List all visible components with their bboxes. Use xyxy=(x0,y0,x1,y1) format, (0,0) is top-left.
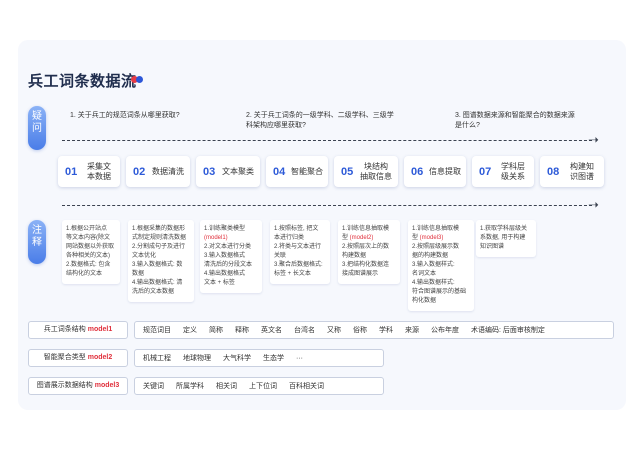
step-label: 采集文 本数据 xyxy=(87,161,111,181)
timeline-dashed-line-top xyxy=(62,140,592,141)
table-row-model1: 规范词目 定义 简称 释称 英文名 台湾名 又称 俗称 学科 来源 公布年度 术语编码: 后面审核制定 xyxy=(134,321,614,339)
step-label: 文本聚类 xyxy=(222,166,254,176)
step-number: 01 xyxy=(65,165,78,178)
note-pill: 注 释 xyxy=(28,220,46,264)
table-cell: 释称 xyxy=(235,327,249,334)
brand-dots-icon xyxy=(131,76,147,84)
table-cell: 公布年度 xyxy=(431,327,459,334)
note-1: 1.根据公开站点 等文本内容(除文 网站数据以外获取 各种相关的文本) 2.数据… xyxy=(62,220,120,284)
step-06: 06 信息提取 xyxy=(404,156,466,187)
table-cell: 所属学科 xyxy=(176,383,204,390)
table-cell: 学科 xyxy=(379,327,393,334)
question-pill: 疑 问 xyxy=(28,106,46,150)
question-3: 3. 图谱数据来源和智能聚合的数据来源是什么? xyxy=(455,112,575,129)
table-row-model2: 机械工程 地球物理 大气科学 生态学 ··· xyxy=(134,349,384,367)
table-cell: 规范词目 xyxy=(143,327,171,334)
step-label: 数据清洗 xyxy=(152,166,184,176)
table-cell: 机械工程 xyxy=(143,355,171,362)
note-3: 1.训练聚类模型 (model1) 2.对文本进行分类 3.输入数据格式 清洗后… xyxy=(200,220,262,293)
step-03: 03 文本聚类 xyxy=(196,156,260,187)
step-08: 08 构建知 识图谱 xyxy=(540,156,604,187)
step-label: 学科层 级关系 xyxy=(501,161,525,181)
step-04: 04 智能聚合 xyxy=(266,156,328,187)
step-label: 块结构 抽取信息 xyxy=(360,161,392,181)
timeline-dashed-line-bottom xyxy=(62,205,592,206)
note-6: 1.训练信息抽取模 型 (model3) 2.按照层级展示数 据的构建数据 3.… xyxy=(408,220,474,311)
table-label-model1: 兵工词条结构 model1 xyxy=(28,321,128,339)
table-cell: 术语编码: 后面审核制定 xyxy=(471,327,545,334)
table-cell: 来源 xyxy=(405,327,419,334)
step-01: 01 采集文 本数据 xyxy=(58,156,120,187)
table-cell: 大气科学 xyxy=(223,355,251,362)
step-number: 03 xyxy=(203,165,216,178)
table-cell: 上下位词 xyxy=(249,383,277,390)
note-4: 1.按照标签, 把文 本进行归类 2.将类与文本进行 关联 3.聚合后数据格式:… xyxy=(270,220,330,284)
table-cell: 地球物理 xyxy=(183,355,211,362)
table-cell: 简称 xyxy=(209,327,223,334)
step-05: 05 块结构 抽取信息 xyxy=(334,156,398,187)
step-number: 06 xyxy=(411,165,424,178)
note-7: 1.获取学科层级关 系数据, 用于构建 知识图谱 xyxy=(476,220,536,257)
step-label: 信息提取 xyxy=(429,166,461,176)
step-02: 02 数据清洗 xyxy=(126,156,190,187)
table-cell: 相关词 xyxy=(216,383,237,390)
step-label: 构建知 识图谱 xyxy=(570,161,594,181)
step-number: 02 xyxy=(133,165,146,178)
note-5: 1.训练信息抽取模 型 (model2) 2.按照层次上的数 构建数据 3.把结… xyxy=(338,220,400,284)
note-2: 1.根据采集的数据形 式制定规则清洗数据 2.分割成句子及进行 文本优化 3.输… xyxy=(128,220,194,302)
arrow-right-icon: ➝ xyxy=(588,132,599,147)
table-row-model3: 关键词 所属学科 相关词 上下位词 百科相关词 xyxy=(134,377,384,395)
question-1: 1. 关于兵工的规范词条从哪里获取? xyxy=(70,112,180,119)
step-number: 04 xyxy=(273,165,286,178)
table-cell: 又称 xyxy=(327,327,341,334)
table-label-model3: 图谱展示数据结构 model3 xyxy=(28,377,128,395)
diagram-canvas: 兵工词条数据流 疑 问 注 释 1. 关于兵工的规范词条从哪里获取? 2. 关于… xyxy=(0,0,640,466)
table-cell: 英文名 xyxy=(261,327,282,334)
page-title: 兵工词条数据流 xyxy=(28,73,137,90)
step-number: 08 xyxy=(547,165,560,178)
step-07: 07 学科层 级关系 xyxy=(472,156,534,187)
table-cell: 生态学 xyxy=(263,355,284,362)
table-cell: 关键词 xyxy=(143,383,164,390)
step-label: 智能聚合 xyxy=(291,166,323,176)
table-label-model2: 智能聚合类型 model2 xyxy=(28,349,128,367)
table-cell: 俗称 xyxy=(353,327,367,334)
step-number: 07 xyxy=(479,165,492,178)
table-cell: ··· xyxy=(296,354,303,362)
table-cell: 定义 xyxy=(183,327,197,334)
arrow-right-icon: ➝ xyxy=(588,197,599,212)
question-2: 2. 关于兵工词条的一级学科、二级学科、三级学科架构应哪里获取? xyxy=(246,112,394,129)
step-number: 05 xyxy=(341,165,354,178)
table-cell: 台湾名 xyxy=(294,327,315,334)
table-cell: 百科相关词 xyxy=(289,383,324,390)
